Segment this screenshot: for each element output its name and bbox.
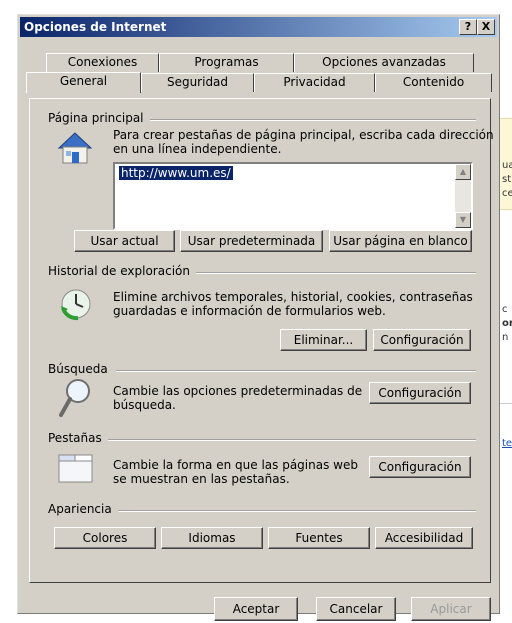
home-page-group-label: Página principal (48, 111, 150, 125)
ok-button[interactable]: Aceptar (214, 597, 298, 621)
textarea-scrollbar[interactable]: ▲ ▼ (455, 164, 471, 228)
group-divider (118, 119, 476, 121)
group-divider (115, 510, 476, 512)
title-bar: Opciones de Internet ? X (20, 17, 497, 37)
use-current-button[interactable]: Usar actual (74, 230, 175, 252)
background-text: or (502, 318, 512, 329)
delete-history-button[interactable]: Eliminar... (280, 329, 367, 351)
close-button[interactable]: X (477, 19, 495, 35)
history-group-label: Historial de exploración (48, 264, 196, 278)
background-text: n (502, 332, 509, 343)
group-divider (191, 272, 476, 274)
home-page-url-textarea[interactable]: http://www.um.es/ ▲ ▼ (113, 162, 473, 230)
tabs-group-label: Pestañas (48, 431, 108, 445)
apply-button[interactable]: Aplicar (411, 597, 491, 621)
history-settings-button[interactable]: Configuración (373, 329, 471, 351)
background-text: ua (502, 160, 512, 171)
background-window: ua st ce c or n te (500, 0, 512, 623)
home-page-description-line1: Para crear pestañas de página principal,… (113, 128, 494, 142)
tab-programas[interactable]: Programas (159, 53, 294, 72)
window-title: Opciones de Internet (24, 20, 167, 34)
background-text: c (502, 304, 508, 315)
tab-seguridad[interactable]: Seguridad (141, 73, 254, 92)
scroll-up-icon[interactable]: ▲ (455, 164, 471, 180)
search-description-line1: Cambie las opciones predeterminadas de (113, 384, 363, 398)
history-description-line2: guardadas e información de formularios w… (113, 304, 386, 318)
use-blank-button[interactable]: Usar página en blanco (329, 230, 472, 252)
tab-privacidad[interactable]: Privacidad (254, 73, 375, 92)
background-divider (500, 403, 512, 404)
group-divider (116, 370, 476, 372)
search-group-label: Búsqueda (48, 362, 114, 376)
scroll-down-icon[interactable]: ▼ (455, 212, 471, 228)
colors-button[interactable]: Colores (54, 527, 156, 549)
home-page-url-selected: http://www.um.es/ (119, 166, 233, 180)
languages-button[interactable]: Idiomas (161, 527, 263, 549)
search-settings-button[interactable]: Configuración (369, 382, 471, 404)
tab-conexiones[interactable]: Conexiones (46, 53, 159, 72)
internet-options-dialog: Opciones de Internet ? X Conexiones Prog… (17, 14, 500, 621)
tab-opciones-avanzadas[interactable]: Opciones avanzadas (294, 53, 474, 72)
history-clock-icon (61, 289, 91, 321)
search-description-line2: búsqueda. (113, 398, 176, 412)
tabs-icon (58, 454, 93, 483)
help-button[interactable]: ? (459, 19, 477, 35)
home-page-description-line2: en una línea independiente. (113, 142, 282, 156)
fonts-button[interactable]: Fuentes (268, 527, 370, 549)
tabs-settings-button[interactable]: Configuración (369, 456, 471, 478)
tab-general[interactable]: General (26, 72, 141, 93)
tabs-description-line1: Cambie la forma en que las páginas web (113, 458, 358, 472)
history-description-line1: Elimine archivos temporales, historial, … (113, 290, 473, 304)
search-icon (59, 379, 90, 417)
appearance-group-label: Apariencia (48, 502, 118, 516)
background-link: te (502, 438, 512, 449)
accessibility-button[interactable]: Accesibilidad (375, 527, 473, 549)
use-default-button[interactable]: Usar predeterminada (180, 230, 323, 252)
tabs-description-line2: se muestran en las pestañas. (113, 472, 290, 486)
cancel-button[interactable]: Cancelar (316, 597, 396, 621)
group-divider (108, 439, 476, 441)
tab-contenido[interactable]: Contenido (375, 73, 492, 92)
background-text: ce (502, 188, 512, 199)
background-text: st (502, 174, 512, 185)
home-icon (57, 132, 93, 164)
